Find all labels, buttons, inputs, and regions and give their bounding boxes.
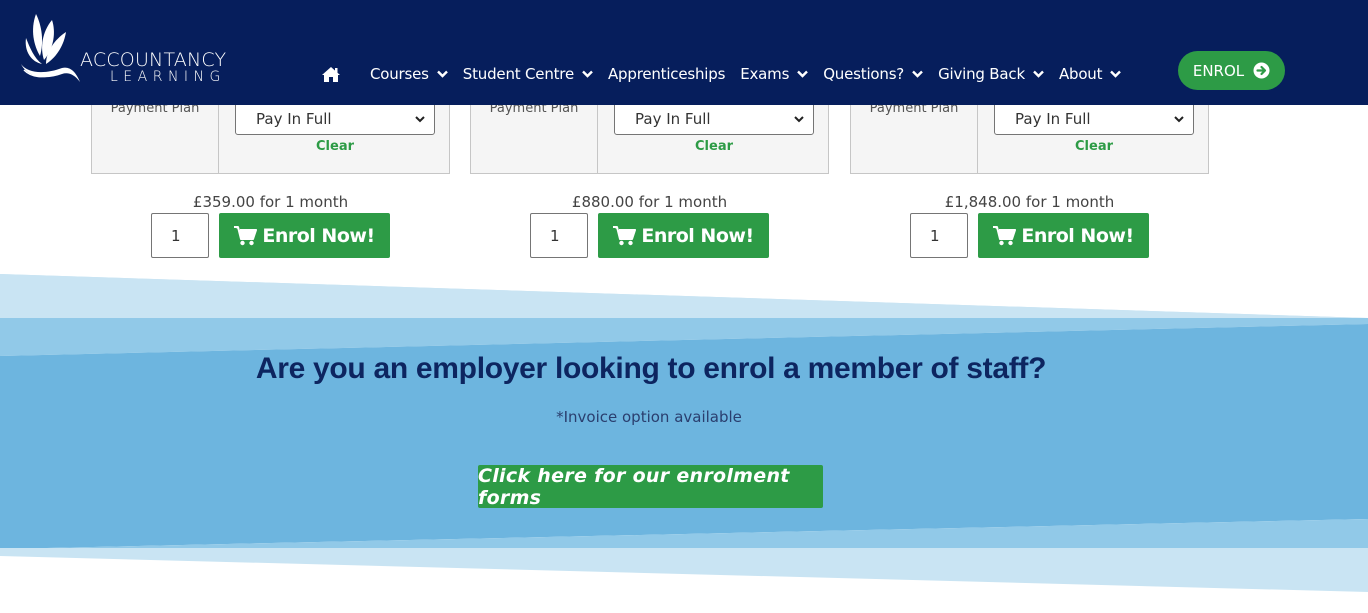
- enrol-now-label: Enrol Now!: [641, 224, 754, 247]
- header-enrol-label: ENROL: [1192, 61, 1245, 80]
- chevron-down-icon: [912, 70, 923, 78]
- header-enrol-button[interactable]: ENROL: [1178, 51, 1285, 90]
- wave-bottom-light: [0, 548, 1368, 592]
- clear-link[interactable]: Clear: [978, 139, 1210, 154]
- chevron-down-icon: [794, 116, 804, 123]
- shopping-cart-icon: [993, 225, 1017, 245]
- chevron-down-icon: [1174, 116, 1184, 123]
- invoice-note: *Invoice option available: [556, 408, 742, 426]
- site-logo[interactable]: ACCOUNTANCY LEARNING: [18, 12, 228, 88]
- payment-plan-select[interactable]: Pay In Full: [614, 102, 814, 135]
- main-nav: Courses Student Centre Apprenticeships E…: [320, 61, 1136, 87]
- enrol-now-label: Enrol Now!: [1021, 224, 1134, 247]
- nav-giving-back-label: Giving Back: [938, 65, 1025, 83]
- chevron-down-icon: [436, 70, 448, 78]
- logo-text-secondary: LEARNING: [110, 69, 226, 85]
- wave-background: [0, 274, 1368, 592]
- shopping-cart-icon: [234, 225, 258, 245]
- price-text: £359.00 for 1 month: [192, 193, 349, 211]
- nav-courses[interactable]: Courses: [370, 65, 448, 83]
- nav-apprenticeships-label: Apprenticeships: [607, 65, 726, 83]
- nav-about[interactable]: About: [1058, 65, 1122, 83]
- clear-link[interactable]: Clear: [219, 139, 451, 154]
- nav-exams-label: Exams: [740, 65, 790, 83]
- chevron-down-icon: [1033, 70, 1044, 78]
- enrol-now-button[interactable]: Enrol Now!: [978, 213, 1149, 258]
- chevron-down-icon: [1110, 70, 1122, 78]
- site-header: ACCOUNTANCY LEARNING Courses Student Cen…: [0, 0, 1368, 105]
- wave-top-light-fill: [0, 274, 1368, 324]
- quantity-input[interactable]: [530, 213, 588, 258]
- payment-plan-selected-value: Pay In Full: [635, 109, 711, 128]
- nav-student-centre[interactable]: Student Centre: [463, 65, 593, 83]
- nav-home[interactable]: [320, 66, 355, 83]
- logo-text-primary: ACCOUNTANCY: [80, 49, 227, 71]
- nav-exams[interactable]: Exams: [740, 65, 809, 83]
- nav-about-label: About: [1058, 65, 1103, 83]
- price-text: £1,848.00 for 1 month: [944, 193, 1115, 211]
- nav-courses-label: Courses: [370, 65, 429, 83]
- nav-questions[interactable]: Questions?: [823, 65, 923, 83]
- clear-link[interactable]: Clear: [598, 139, 830, 154]
- shopping-cart-icon: [613, 225, 637, 245]
- payment-plan-selected-value: Pay In Full: [1015, 109, 1091, 128]
- payment-plan-select[interactable]: Pay In Full: [994, 102, 1194, 135]
- enrol-now-label: Enrol Now!: [262, 224, 375, 247]
- chevron-down-icon: [582, 70, 593, 78]
- enrolment-forms-label: Click here for our enrolment forms: [478, 464, 790, 509]
- enrol-now-button[interactable]: Enrol Now!: [219, 213, 390, 258]
- price-text: £880.00 for 1 month: [571, 193, 728, 211]
- lotus-logo-icon: [21, 14, 80, 82]
- payment-plan-select[interactable]: Pay In Full: [235, 102, 435, 135]
- nav-giving-back[interactable]: Giving Back: [938, 65, 1044, 83]
- enrolment-forms-button[interactable]: Click here for our enrolment forms: [478, 464, 823, 509]
- employer-heading: Are you an employer looking to enrol a m…: [255, 352, 1047, 385]
- quantity-input[interactable]: [910, 213, 968, 258]
- arrow-right-circle-icon: [1253, 62, 1270, 79]
- payment-plan-selected-value: Pay In Full: [256, 109, 332, 128]
- nav-student-centre-label: Student Centre: [462, 65, 574, 83]
- chevron-down-icon: [797, 70, 809, 78]
- enrol-now-button[interactable]: Enrol Now!: [598, 213, 769, 258]
- nav-questions-label: Questions?: [823, 65, 905, 83]
- quantity-input[interactable]: [151, 213, 209, 258]
- nav-apprenticeships[interactable]: Apprenticeships: [608, 65, 725, 83]
- home-icon: [322, 66, 340, 82]
- chevron-down-icon: [415, 116, 425, 123]
